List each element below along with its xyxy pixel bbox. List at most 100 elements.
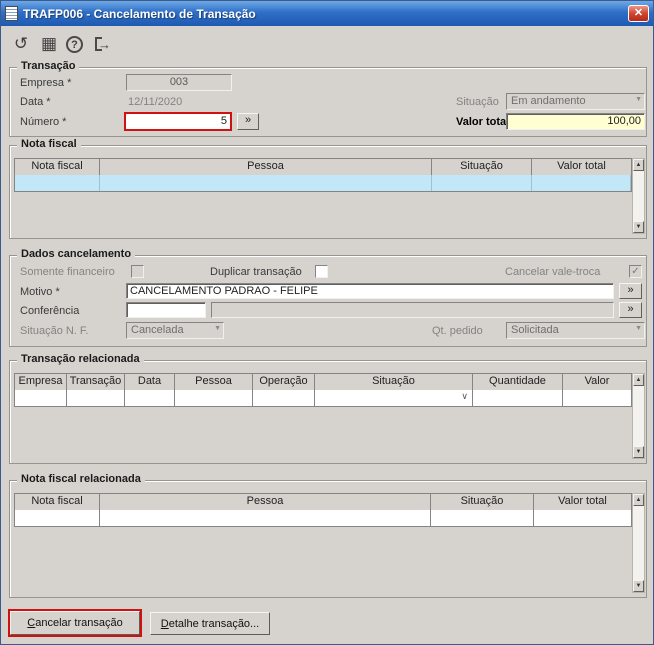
header-cell: Pessoa [100,159,432,175]
exit-icon[interactable]: → [93,34,113,54]
header-cell: Transação [67,374,125,390]
header-cell: Nota fiscal [15,494,100,510]
qt-pedido-value: Solicitada [511,324,559,336]
table-row[interactable]: ∨ [14,390,632,407]
header-cell: Valor [584,375,610,387]
group-transacao-legend: Transação [17,60,80,72]
group-dados-cancelamento-legend: Dados cancelamento [17,248,136,260]
conferencia-lookup-button[interactable]: » [619,302,642,318]
conferencia-descricao-field [211,302,614,318]
table-cell [532,175,631,191]
numero-field[interactable]: 5 [124,112,232,131]
detalhe-transacao-button[interactable]: Detalhe transação... [150,612,270,635]
scroll-down-icon[interactable]: ▼ [633,446,644,458]
group-nota-fiscal: Nota fiscal Nota fiscal Pessoa Situação … [9,138,647,239]
nota-fiscal-relacionada-header-row: Nota fiscal Pessoa Situação Valor total [14,493,632,511]
header-cell: Quantidade [473,374,563,390]
group-transacao-relacionada: Transação relacionada Empresa Transação … [9,353,647,464]
qt-pedido-select: Solicitada ▼ [506,322,645,339]
calendar-icon[interactable]: ▦ [39,34,59,54]
close-icon[interactable]: ✕ [628,5,649,22]
cancelar-transacao-button[interactable]: Cancelar transação [10,611,140,635]
header-cell: Data [125,374,175,390]
situacao-nf-label: Situação N. F. [20,325,89,337]
chevron-down-icon: ▼ [214,325,221,332]
table-cell [432,175,532,191]
chevron-down-icon: ▼ [635,325,642,332]
table-cell [15,510,100,526]
situacao-select: Em andamento ▼ [506,93,645,110]
header-cell: Situação [431,494,534,510]
motivo-field[interactable]: CANCELAMENTO PADRAO - FELIPE [126,283,614,299]
header-cell: Empresa [15,374,67,390]
group-dados-cancelamento: Dados cancelamento Somente financeiro Du… [9,248,647,347]
valor-total-field: 100,00 [506,113,645,130]
title-bar[interactable]: TRAFP006 - Cancelamento de Transação ✕ [1,1,653,26]
accel-letter: D [160,617,169,630]
empresa-label: Empresa * [20,77,72,89]
exit-arrow-glyph: → [98,36,111,52]
button-label: ancelar transação [35,617,123,629]
group-nota-fiscal-relacionada-legend: Nota fiscal relacionada [17,473,145,485]
motivo-lookup-button[interactable]: » [619,283,642,299]
table-cell [563,390,631,406]
cancelar-vale-troca-checkbox: ✓ [629,265,642,278]
header-cell: Situação [315,374,473,390]
conferencia-field[interactable] [126,302,206,318]
help-icon[interactable]: ? [66,36,83,53]
header-cell: Pessoa [100,494,431,510]
valor-total-label: Valor total [456,116,510,128]
situacao-label: Situação [456,96,499,108]
table-cell [534,510,631,526]
conferencia-label: Conferência [20,305,80,317]
numero-lookup-button[interactable]: » [237,113,259,130]
table-cell [253,390,315,406]
numero-label: Número * [20,116,67,128]
scroll-up-icon[interactable]: ▲ [633,159,644,171]
somente-financeiro-checkbox [131,265,144,278]
table-cell [125,390,175,406]
cancel-button-highlight: Cancelar transação [8,609,142,637]
button-label: etalhe transação... [168,617,260,630]
table-row[interactable] [14,510,632,527]
duplicar-transacao-checkbox[interactable] [315,265,328,278]
duplicar-transacao-label: Duplicar transação [210,266,302,278]
scroll-up-icon[interactable]: ▲ [633,494,644,506]
window-title: TRAFP006 - Cancelamento de Transação [23,6,256,21]
group-transacao: Transação Empresa * 003 Data * 12/11/202… [9,60,647,137]
header-cell: Pessoa [175,374,253,390]
table-row[interactable] [14,175,632,192]
header-cell: Operação [253,374,315,390]
header-cell: Situação [432,159,532,175]
table-cell [431,510,534,526]
table-cell [100,175,432,191]
scroll-down-icon[interactable]: ▼ [633,580,644,592]
chevron-down-icon: ▼ [635,96,642,103]
data-label: Data * [20,96,51,108]
table-cell [15,390,67,406]
nota-fiscal-scrollbar[interactable]: ▲ ▼ [632,158,645,234]
nota-fiscal-header-row: Nota fiscal Pessoa Situação Valor total [14,158,632,176]
situacao-nf-value: Cancelada [131,324,184,336]
chevron-down-icon: ∨ [461,391,468,401]
empresa-field: 003 [126,74,232,91]
header-cell: Valor total [558,495,607,507]
table-cell [473,390,563,406]
refresh-icon[interactable]: ↺ [11,34,31,54]
dialog-window: TRAFP006 - Cancelamento de Transação ✕ ↺… [0,0,654,645]
nota-fiscal-relacionada-scrollbar[interactable]: ▲ ▼ [632,493,645,593]
data-value: 12/11/2020 [128,96,183,108]
group-nota-fiscal-relacionada: Nota fiscal relacionada Nota fiscal Pess… [9,473,647,598]
group-nota-fiscal-legend: Nota fiscal [17,138,81,150]
table-cell [67,390,125,406]
somente-financeiro-label: Somente financeiro [20,266,115,278]
table-cell [15,175,100,191]
table-cell-situacao[interactable]: ∨ [315,390,473,406]
qt-pedido-label: Qt. pedido [432,325,483,337]
scroll-down-icon[interactable]: ▼ [633,221,644,233]
header-cell: Nota fiscal [15,159,100,175]
group-transacao-relacionada-legend: Transação relacionada [17,353,144,365]
transacao-relacionada-scrollbar[interactable]: ▲ ▼ [632,373,645,459]
scroll-up-icon[interactable]: ▲ [633,374,644,386]
header-cell: Valor total [557,160,606,172]
